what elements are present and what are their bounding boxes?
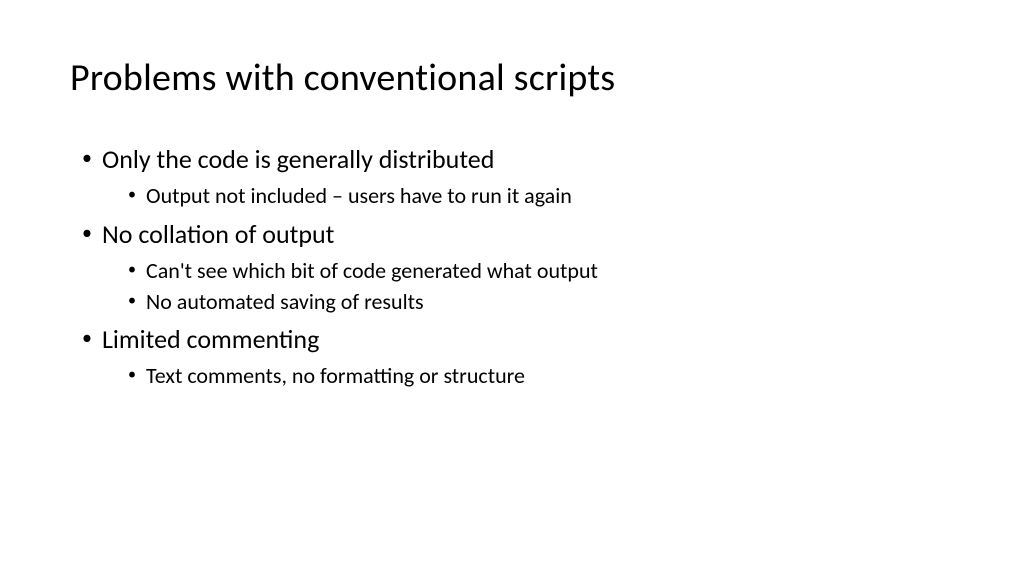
bullet-text: No collation of output — [102, 218, 334, 250]
sub-bullet-list: Output not included – users have to run … — [102, 181, 954, 212]
bullet-item: Only the code is generally distributed O… — [88, 143, 954, 212]
slide-title: Problems with conventional scripts — [70, 55, 954, 101]
bullet-item: Limited commenting Text comments, no for… — [88, 323, 954, 392]
sub-bullet-item: Output not included – users have to run … — [132, 181, 954, 212]
sub-bullet-item: Text comments, no formatting or structur… — [132, 361, 954, 392]
bullet-text: Limited commenting — [102, 323, 319, 355]
sub-bullet-item: No automated saving of results — [132, 287, 954, 318]
sub-bullet-item: Can't see which bit of code generated wh… — [132, 256, 954, 287]
bullet-text: Only the code is generally distributed — [102, 143, 494, 175]
bullet-list: Only the code is generally distributed O… — [70, 143, 954, 392]
sub-bullet-list: Text comments, no formatting or structur… — [102, 361, 954, 392]
bullet-item: No collation of output Can't see which b… — [88, 218, 954, 318]
sub-bullet-list: Can't see which bit of code generated wh… — [102, 256, 954, 318]
